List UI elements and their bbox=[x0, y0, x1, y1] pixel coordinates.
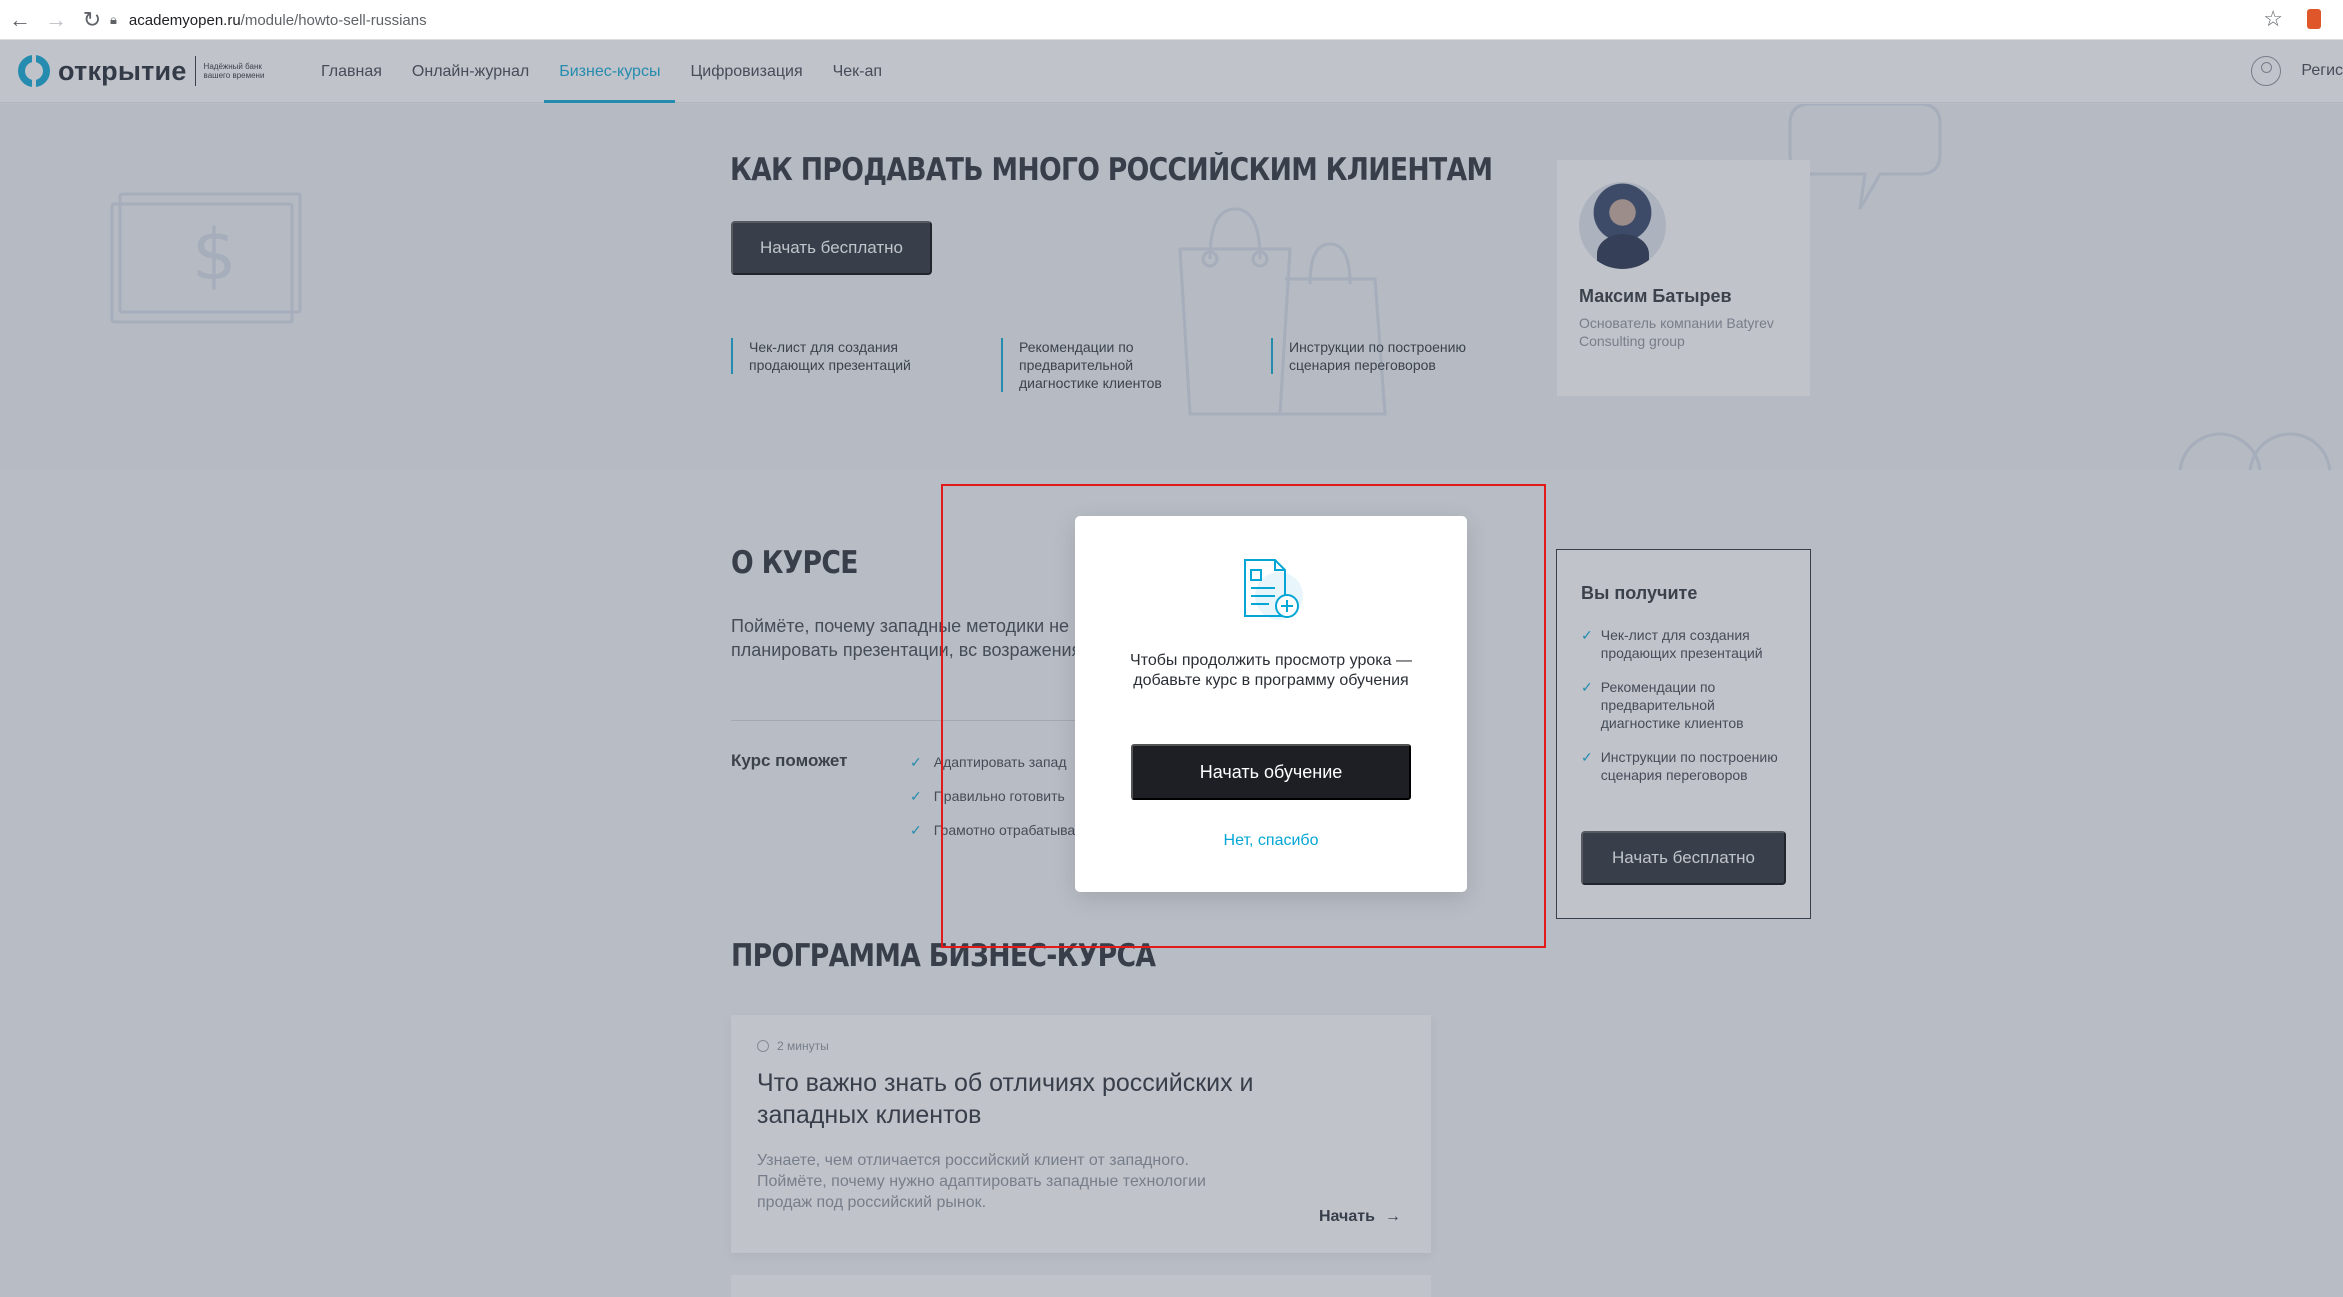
extension-icon[interactable] bbox=[2307, 9, 2321, 29]
back-icon[interactable]: ← bbox=[4, 4, 36, 36]
url-host: academyopen.ru bbox=[128, 11, 241, 29]
start-learning-button[interactable]: Начать обучение bbox=[1131, 744, 1411, 800]
forward-icon[interactable]: → bbox=[40, 4, 72, 36]
document-add-icon bbox=[1244, 559, 1303, 620]
address-bar[interactable]: 🔒︎ academyopen.ru/module/howto-sell-russ… bbox=[110, 5, 2260, 35]
bookmark-star-icon[interactable]: ☆ bbox=[2263, 6, 2283, 32]
url-path: /module/howto-sell-russians bbox=[240, 11, 427, 29]
lock-icon: 🔒︎ bbox=[110, 12, 117, 27]
add-course-modal: Чтобы продолжить просмотр урока — добавь… bbox=[1075, 516, 1467, 892]
browser-toolbar: ← → ↻ 🔒︎ academyopen.ru/module/howto-sel… bbox=[0, 0, 2343, 40]
no-thanks-link[interactable]: Нет, спасибо bbox=[1075, 832, 1467, 850]
reload-icon[interactable]: ↻ bbox=[76, 4, 108, 36]
modal-message: Чтобы продолжить просмотр урока — добавь… bbox=[1130, 652, 1412, 689]
